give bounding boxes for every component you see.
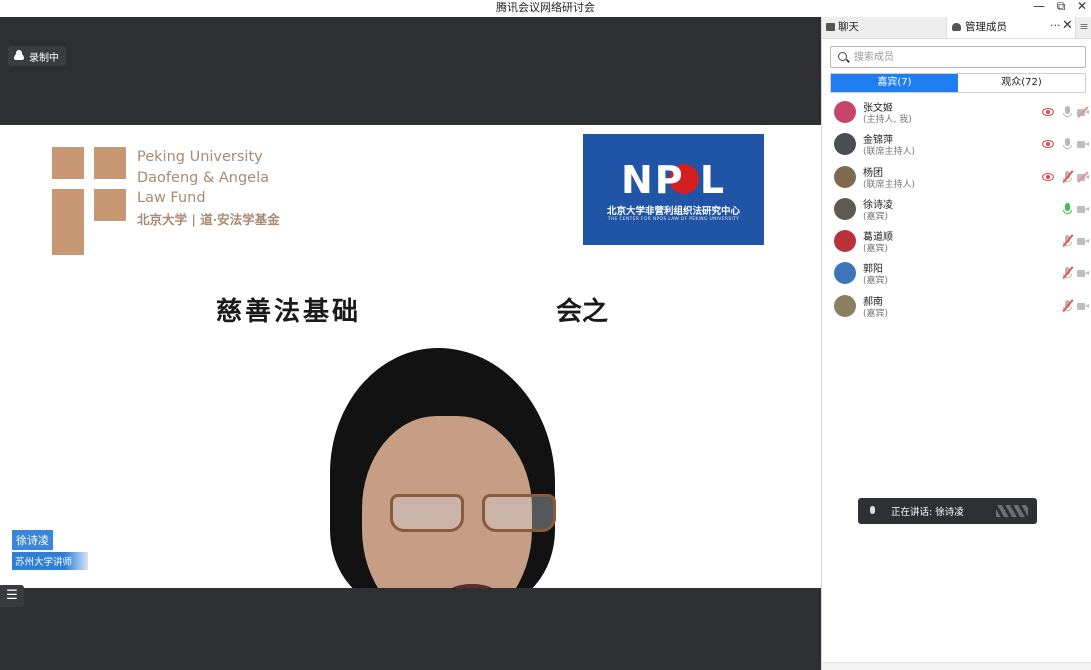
member-row[interactable]: 徐诗凌 (嘉宾) xyxy=(822,194,1091,226)
window-title: 腾讯会议网络研讨会 xyxy=(496,1,595,14)
more-button[interactable]: ··· xyxy=(1050,19,1061,32)
speaker-role: 苏州大学讲师 xyxy=(12,552,88,570)
segment-guests[interactable]: 嘉宾(7) xyxy=(831,74,958,92)
tab-chat-label: 聊天 xyxy=(838,21,859,33)
logo-line-1: Peking University xyxy=(137,149,263,165)
npol-logo: NP L 北京大学非营利组织法研究中心 THE CENTER FOR NPOS … xyxy=(583,134,764,245)
avatar xyxy=(834,165,856,188)
eye-icon[interactable] xyxy=(1042,139,1054,149)
tab-manage-members[interactable]: 管理成员 xyxy=(948,17,1058,38)
member-row[interactable]: 葛道顺 (嘉宾) xyxy=(822,226,1091,258)
member-role: (嘉宾) xyxy=(863,244,889,255)
speaker-name: 徐诗凌 xyxy=(12,530,53,550)
npol-cn: 北京大学非营利组织法研究中心 xyxy=(606,206,740,217)
voice-wave-icon xyxy=(996,505,1028,517)
member-row[interactable]: 郭阳 (嘉宾) xyxy=(822,258,1091,290)
member-list: 张文姬 (主持人, 我) 金锦萍 (联席主持人) 杨团 (联席主持人) 徐诗凌 … xyxy=(822,97,1091,323)
avatar xyxy=(834,262,856,285)
microphone-icon[interactable] xyxy=(1062,266,1074,280)
title-bar: 腾讯会议网络研讨会 — ⧉ ✕ xyxy=(0,0,1091,17)
camera-icon[interactable] xyxy=(1077,139,1089,149)
speaking-toast: 正在讲话: 徐诗凌 xyxy=(858,498,1037,524)
avatar xyxy=(834,230,856,253)
menu-icon[interactable]: ≡ xyxy=(1075,17,1091,38)
avatar xyxy=(834,133,856,156)
logo-line-3: Law Fund xyxy=(137,190,206,206)
mic-icon xyxy=(870,506,875,514)
avatar xyxy=(834,197,856,220)
member-row[interactable]: 杨团 (联席主持人) xyxy=(822,162,1091,194)
npol-en: THE CENTER FOR NPOS LAW OF PEKING UNIVER… xyxy=(607,217,740,222)
video-area: 录制中 Peking University Daofeng & Angela L… xyxy=(0,17,821,670)
glasses-right xyxy=(482,494,556,532)
microphone-icon[interactable] xyxy=(1062,299,1074,312)
member-role: (嘉宾) xyxy=(863,211,889,222)
member-row[interactable]: 张文姬 (主持人, 我) xyxy=(822,97,1091,129)
cloud-icon xyxy=(14,49,24,60)
microphone-icon[interactable] xyxy=(1062,138,1074,150)
tab-chat[interactable]: 聊天 xyxy=(822,17,947,38)
segment-audience[interactable]: 观众(72) xyxy=(958,74,1085,92)
peking-fund-logo xyxy=(52,147,128,255)
avatar xyxy=(834,294,856,317)
camera-icon[interactable] xyxy=(1077,268,1089,278)
member-search[interactable] xyxy=(830,46,1086,68)
eye-icon[interactable] xyxy=(1042,172,1054,182)
camera-icon[interactable] xyxy=(1077,171,1089,183)
tab-members-label: 管理成员 xyxy=(965,21,1007,33)
search-input[interactable] xyxy=(854,49,1074,65)
list-view-button[interactable]: ☰ xyxy=(0,585,24,607)
speaker-video xyxy=(212,346,652,588)
member-row[interactable]: 金锦萍 (联席主持人) xyxy=(822,129,1091,161)
minimize-button[interactable]: — xyxy=(1030,0,1048,15)
slide-title-right: 会之 xyxy=(556,297,609,327)
restore-button[interactable]: ⧉ xyxy=(1052,0,1070,15)
panel-tabs: 聊天 管理成员 ··· ✕ ≡ xyxy=(822,17,1091,39)
close-window-button[interactable]: ✕ xyxy=(1073,0,1091,15)
logo-line-2: Daofeng & Angela xyxy=(137,169,270,186)
recording-label: 录制中 xyxy=(29,52,59,64)
peking-fund-cn: 北京大学 | 道·安法学基金 xyxy=(137,212,280,227)
search-icon xyxy=(838,52,847,61)
member-segments: 嘉宾(7) 观众(72) xyxy=(830,73,1086,93)
meeting-app: 腾讯会议网络研讨会 — ⧉ ✕ 录制中 Peking University Da… xyxy=(0,0,1091,670)
chat-icon xyxy=(826,23,835,31)
speaking-label: 正在讲话: 徐诗凌 xyxy=(891,507,964,518)
members-panel: 聊天 管理成员 ··· ✕ ≡ 嘉宾(7) 观众(72) 张文姬 (主持人, 我… xyxy=(821,17,1091,670)
eye-icon[interactable] xyxy=(1042,107,1054,117)
avatar xyxy=(834,101,856,123)
npol-brand: NP L xyxy=(620,158,727,202)
glasses-left xyxy=(390,494,464,532)
member-role: (联席主持人) xyxy=(863,179,916,190)
close-panel-button[interactable]: ✕ xyxy=(1062,18,1073,33)
microphone-icon[interactable] xyxy=(1062,106,1074,117)
camera-icon[interactable] xyxy=(1077,301,1089,311)
speaker-nametag: 徐诗凌 苏州大学讲师 xyxy=(12,529,88,570)
member-role: (嘉宾) xyxy=(863,276,889,287)
shared-slide: Peking University Daofeng & Angela Law F… xyxy=(0,125,821,588)
member-role: (联席主持人) xyxy=(863,147,916,158)
slide-title-left: 慈善法基础 xyxy=(216,297,362,327)
recording-indicator: 录制中 xyxy=(8,46,66,66)
member-role: (主持人, 我) xyxy=(863,115,912,125)
person-icon xyxy=(952,23,961,31)
panel-footer xyxy=(822,662,1091,670)
microphone-icon[interactable] xyxy=(1062,202,1074,214)
camera-icon[interactable] xyxy=(1077,106,1089,118)
microphone-icon[interactable] xyxy=(1062,169,1074,183)
peking-fund-name: Peking University Daofeng & Angela Law F… xyxy=(137,147,269,209)
member-row[interactable]: 郝南 (嘉宾) xyxy=(822,291,1091,323)
microphone-icon[interactable] xyxy=(1062,234,1074,247)
camera-icon[interactable] xyxy=(1077,204,1089,214)
member-role: (嘉宾) xyxy=(863,308,889,319)
camera-icon[interactable] xyxy=(1077,236,1089,246)
